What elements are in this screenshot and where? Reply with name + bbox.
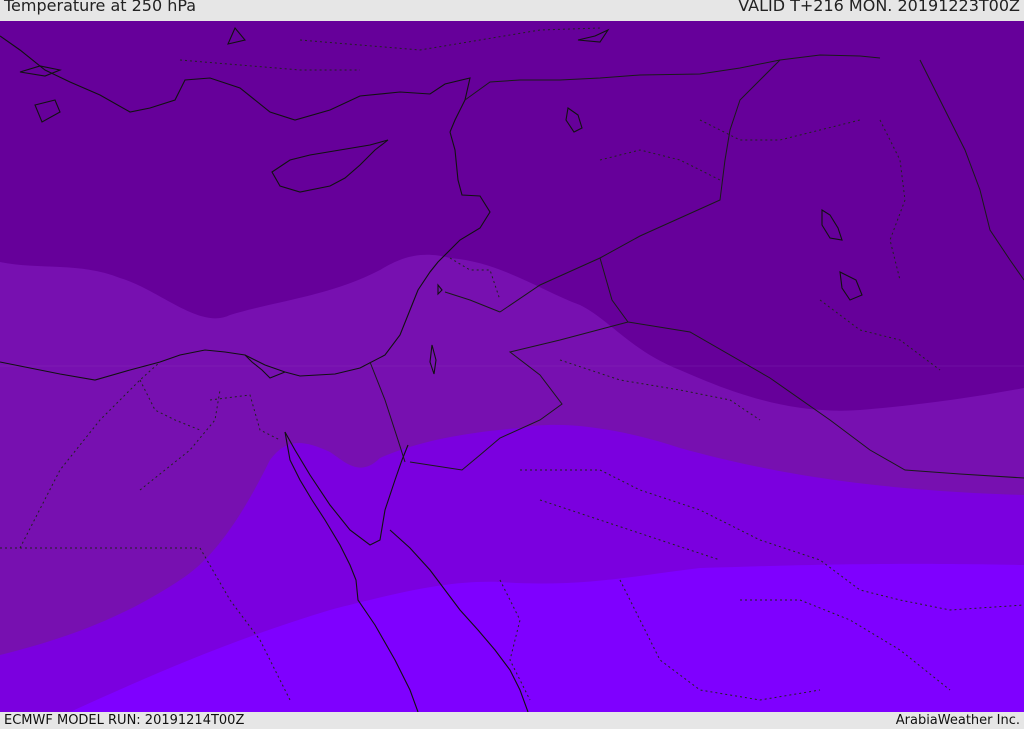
temperature-map[interactable] (0, 21, 1024, 712)
map-header: Temperature at 250 hPa VALID T+216 MON. … (0, 0, 1024, 21)
map-footer: ECMWF MODEL RUN: 20191214T00Z ArabiaWeat… (0, 712, 1024, 729)
credit-label: ArabiaWeather Inc. (895, 713, 1020, 728)
model-run-label: ECMWF MODEL RUN: 20191214T00Z (4, 713, 245, 728)
map-canvas (0, 21, 1024, 712)
map-title: Temperature at 250 hPa (4, 0, 197, 15)
valid-time: VALID T+216 MON. 20191223T00Z (738, 0, 1020, 15)
